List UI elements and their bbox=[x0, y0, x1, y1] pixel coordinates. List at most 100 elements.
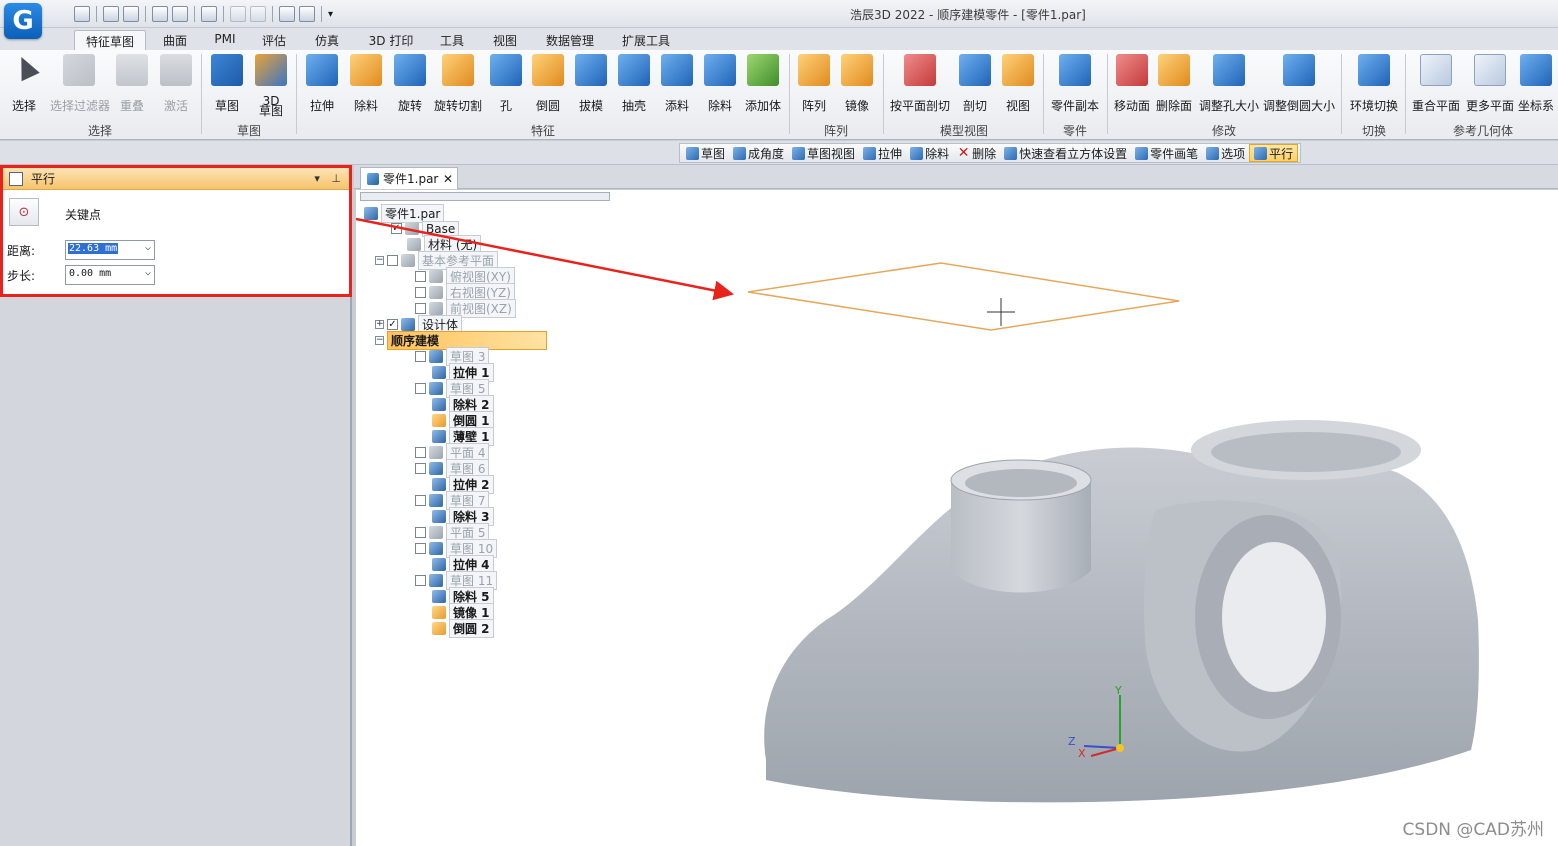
step-field[interactable]: 0.00 mm ⌵ bbox=[65, 265, 155, 285]
checkbox[interactable] bbox=[415, 543, 426, 554]
shell-button[interactable]: 抽壳 bbox=[612, 54, 656, 124]
delete-face-button[interactable]: 删除面 bbox=[1154, 54, 1194, 124]
app-logo[interactable]: G bbox=[4, 3, 42, 39]
coordinate-system-button[interactable]: 坐标系 bbox=[1516, 54, 1556, 124]
tree-item-mirror-1[interactable]: 镜像 1 bbox=[432, 603, 494, 622]
checkbox[interactable] bbox=[415, 463, 426, 474]
cmd-sketch-view[interactable]: 草图视图 bbox=[788, 144, 859, 162]
resize-round-button[interactable]: 调整倒圆大小 bbox=[1262, 54, 1336, 124]
add-material-button[interactable]: 添料 bbox=[655, 54, 699, 124]
select-button[interactable]: 选择 bbox=[2, 54, 46, 124]
activate-button[interactable]: 激活 bbox=[154, 54, 198, 124]
tab-3d-print[interactable]: 3D 打印 bbox=[362, 30, 420, 50]
parallel-plane-preview[interactable] bbox=[747, 262, 1180, 331]
tree-item-extrude-4[interactable]: 拉伸 4 bbox=[432, 555, 494, 574]
part-icon[interactable] bbox=[299, 6, 315, 22]
checkbox[interactable] bbox=[415, 351, 426, 362]
move-face-button[interactable]: 移动面 bbox=[1112, 54, 1152, 124]
tab-extension-tools[interactable]: 扩展工具 bbox=[614, 30, 678, 50]
properties-icon[interactable] bbox=[201, 6, 217, 22]
tree-item-sketch-7[interactable]: 草图 7 bbox=[415, 491, 490, 510]
revolve-cut-button[interactable]: 旋转切割 bbox=[432, 54, 484, 124]
tree-item-sketch-11[interactable]: 草图 11 bbox=[415, 571, 498, 590]
tree-item-extrude-1[interactable]: 拉伸 1 bbox=[432, 363, 494, 382]
tree-item-cut-3[interactable]: 除料 3 bbox=[432, 507, 494, 526]
coincident-plane-button[interactable]: 重合平面 bbox=[1410, 54, 1462, 124]
view-button[interactable]: 视图 bbox=[996, 54, 1040, 124]
checkbox[interactable] bbox=[415, 575, 426, 586]
save-icon[interactable] bbox=[152, 6, 168, 22]
tree-item-cut-2[interactable]: 除料 2 bbox=[432, 395, 494, 414]
command-bar: 草图 成角度 草图视图 拉伸 除料 ✕ 删除 快速查看立方体设置 零件画笔 选项 … bbox=[0, 141, 1558, 165]
checkbox[interactable] bbox=[415, 383, 426, 394]
keypoint-button[interactable]: ⊙ bbox=[9, 198, 39, 226]
cmd-delete[interactable]: ✕ 删除 bbox=[953, 144, 1000, 162]
tab-simulation[interactable]: 仿真 bbox=[307, 30, 347, 50]
graphics-window[interactable]: 零件1.par ✓ Base 材料 (无) − 基本参考平面 俯视图(XY) 右视图… bbox=[356, 190, 1558, 846]
customize-toolbar-icon[interactable]: ▾ bbox=[328, 9, 333, 20]
save-all-icon[interactable] bbox=[172, 6, 188, 22]
tab-feature-sketch[interactable]: 特征草图 bbox=[74, 30, 146, 50]
document-tab[interactable]: 零件1.par ✕ bbox=[360, 167, 458, 189]
tree-item-sketch-5[interactable]: 草图 5 bbox=[415, 379, 490, 398]
round-button[interactable]: 倒圆 bbox=[526, 54, 570, 124]
panel-pin-icon[interactable]: ▾ ⊥ bbox=[314, 172, 345, 185]
open-file-icon[interactable] bbox=[103, 6, 119, 22]
select-filter-button[interactable]: 选择过滤器 bbox=[50, 54, 110, 124]
tree-item-extrude-2[interactable]: 拉伸 2 bbox=[432, 475, 494, 494]
tree-item-sketch-10[interactable]: 草图 10 bbox=[415, 539, 498, 558]
assembly-icon[interactable] bbox=[279, 6, 295, 22]
distance-field[interactable]: 22.63 mm ⌵ bbox=[65, 240, 155, 260]
checkbox[interactable] bbox=[415, 447, 426, 458]
cmd-options[interactable]: 选项 bbox=[1202, 144, 1249, 162]
tab-evaluate[interactable]: 评估 bbox=[254, 30, 294, 50]
extrude-button[interactable]: 拉伸 bbox=[300, 54, 344, 124]
tab-data-management[interactable]: 数据管理 bbox=[538, 30, 602, 50]
chevron-down-icon[interactable]: ⌵ bbox=[145, 267, 151, 278]
redo-icon[interactable] bbox=[250, 6, 266, 22]
undo-icon[interactable] bbox=[230, 6, 246, 22]
resize-hole-button[interactable]: 调整孔大小 bbox=[1198, 54, 1260, 124]
plane-section-button[interactable]: 按平面剖切 bbox=[888, 54, 952, 124]
checkbox[interactable] bbox=[415, 495, 426, 506]
tree-item-plane-5[interactable]: 平面 5 bbox=[415, 523, 490, 542]
cmd-part-painter[interactable]: 零件画笔 bbox=[1131, 144, 1202, 162]
add-body-button[interactable]: 添加体 bbox=[741, 54, 785, 124]
tree-item-sketch-3[interactable]: 草图 3 bbox=[415, 347, 490, 366]
sketch-3d-button[interactable]: 3D 草图 bbox=[249, 54, 293, 124]
tab-surface[interactable]: 曲面 bbox=[155, 30, 195, 50]
tab-view[interactable]: 视图 bbox=[485, 30, 525, 50]
revolve-button[interactable]: 旋转 bbox=[388, 54, 432, 124]
cut-button[interactable]: 除料 bbox=[344, 54, 388, 124]
new-file-icon[interactable] bbox=[74, 6, 90, 22]
tab-tools[interactable]: 工具 bbox=[432, 30, 472, 50]
overlap-button[interactable]: 重叠 bbox=[110, 54, 154, 124]
more-planes-button[interactable]: 更多平面 bbox=[1464, 54, 1516, 124]
tree-item-sketch-6[interactable]: 草图 6 bbox=[415, 459, 490, 478]
search-icon[interactable] bbox=[123, 6, 139, 22]
cmd-parallel[interactable]: 平行 bbox=[1249, 144, 1299, 162]
cmd-view-cube-settings[interactable]: 快速查看立方体设置 bbox=[1000, 144, 1131, 162]
tree-item-round-2[interactable]: 倒圆 2 bbox=[432, 619, 494, 638]
environment-switch-button[interactable]: 环境切换 bbox=[1346, 54, 1402, 124]
sketch-button[interactable]: 草图 bbox=[205, 54, 249, 124]
cmd-cut[interactable]: 除料 bbox=[906, 144, 953, 162]
hole-button[interactable]: 孔 bbox=[484, 54, 528, 124]
cmd-angled[interactable]: 成角度 bbox=[729, 144, 788, 162]
cmd-extrude[interactable]: 拉伸 bbox=[859, 144, 906, 162]
close-icon[interactable]: ✕ bbox=[443, 172, 453, 186]
cmd-sketch[interactable]: 草图 bbox=[682, 144, 729, 162]
tree-item-plane-4[interactable]: 平面 4 bbox=[415, 443, 490, 462]
draft-button[interactable]: 拔模 bbox=[569, 54, 613, 124]
part-copy-button[interactable]: 零件副本 bbox=[1048, 54, 1102, 124]
tab-pmi[interactable]: PMI bbox=[205, 30, 245, 50]
tree-item-cut-5[interactable]: 除料 5 bbox=[432, 587, 494, 606]
tree-item-round-1[interactable]: 倒圆 1 bbox=[432, 411, 494, 430]
chevron-down-icon[interactable]: ⌵ bbox=[145, 242, 151, 253]
section-button[interactable]: 剖切 bbox=[953, 54, 997, 124]
remove-material-button[interactable]: 除料 bbox=[698, 54, 742, 124]
pattern-button[interactable]: 阵列 bbox=[792, 54, 836, 124]
mirror-button[interactable]: 镜像 bbox=[835, 54, 879, 124]
tree-item-thin-wall-1[interactable]: 薄壁 1 bbox=[432, 427, 494, 446]
checkbox[interactable] bbox=[415, 527, 426, 538]
